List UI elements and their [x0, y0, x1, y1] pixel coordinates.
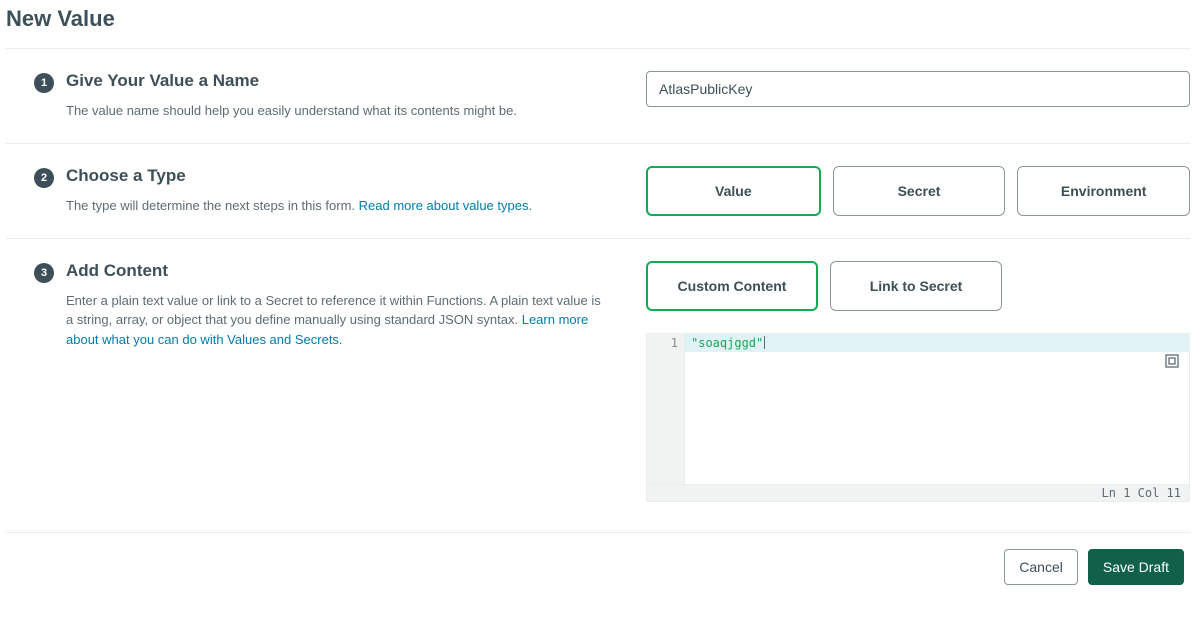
save-draft-button[interactable]: Save Draft — [1088, 549, 1184, 585]
section-type: 2 Choose a Type The type will determine … — [6, 143, 1190, 238]
gutter-line-1: 1 — [653, 334, 678, 352]
cancel-button[interactable]: Cancel — [1004, 549, 1078, 585]
step-number-1: 1 — [34, 73, 54, 93]
section-content: 3 Add Content Enter a plain text value o… — [6, 238, 1190, 524]
content-option-custom[interactable]: Custom Content — [646, 261, 818, 311]
step2-desc-text: The type will determine the next steps i… — [66, 198, 359, 213]
step1-desc: The value name should help you easily un… — [66, 101, 517, 121]
value-types-link[interactable]: Read more about value types. — [359, 198, 532, 213]
editor-cursor — [764, 336, 765, 349]
value-name-input[interactable] — [646, 71, 1190, 107]
section-name: 1 Give Your Value a Name The value name … — [6, 48, 1190, 143]
step3-desc: Enter a plain text value or link to a Se… — [66, 291, 606, 350]
editor-line-1-content: "soaqjggd" — [691, 334, 763, 352]
step3-title: Add Content — [66, 261, 606, 281]
step1-title: Give Your Value a Name — [66, 71, 517, 91]
step2-title: Choose a Type — [66, 166, 532, 186]
step2-desc: The type will determine the next steps i… — [66, 196, 532, 216]
page-title: New Value — [6, 6, 1190, 32]
editor-gutter: 1 — [647, 334, 685, 484]
fullscreen-icon[interactable] — [1165, 354, 1179, 368]
footer-actions: Cancel Save Draft — [6, 532, 1190, 585]
type-option-secret[interactable]: Secret — [833, 166, 1006, 216]
content-segmented: Custom Content Link to Secret — [646, 261, 1190, 311]
step-number-3: 3 — [34, 263, 54, 283]
type-option-value[interactable]: Value — [646, 166, 821, 216]
step3-desc-text: Enter a plain text value or link to a Se… — [66, 293, 601, 328]
type-option-environment[interactable]: Environment — [1017, 166, 1190, 216]
step-number-2: 2 — [34, 168, 54, 188]
editor-status-bar: Ln 1 Col 11 — [647, 484, 1189, 501]
content-option-secret[interactable]: Link to Secret — [830, 261, 1002, 311]
type-segmented: Value Secret Environment — [646, 166, 1190, 216]
code-editor[interactable]: 1 "soaqjggd" Ln 1 Col 11 — [646, 333, 1190, 502]
editor-code-area[interactable]: "soaqjggd" — [685, 334, 1189, 484]
